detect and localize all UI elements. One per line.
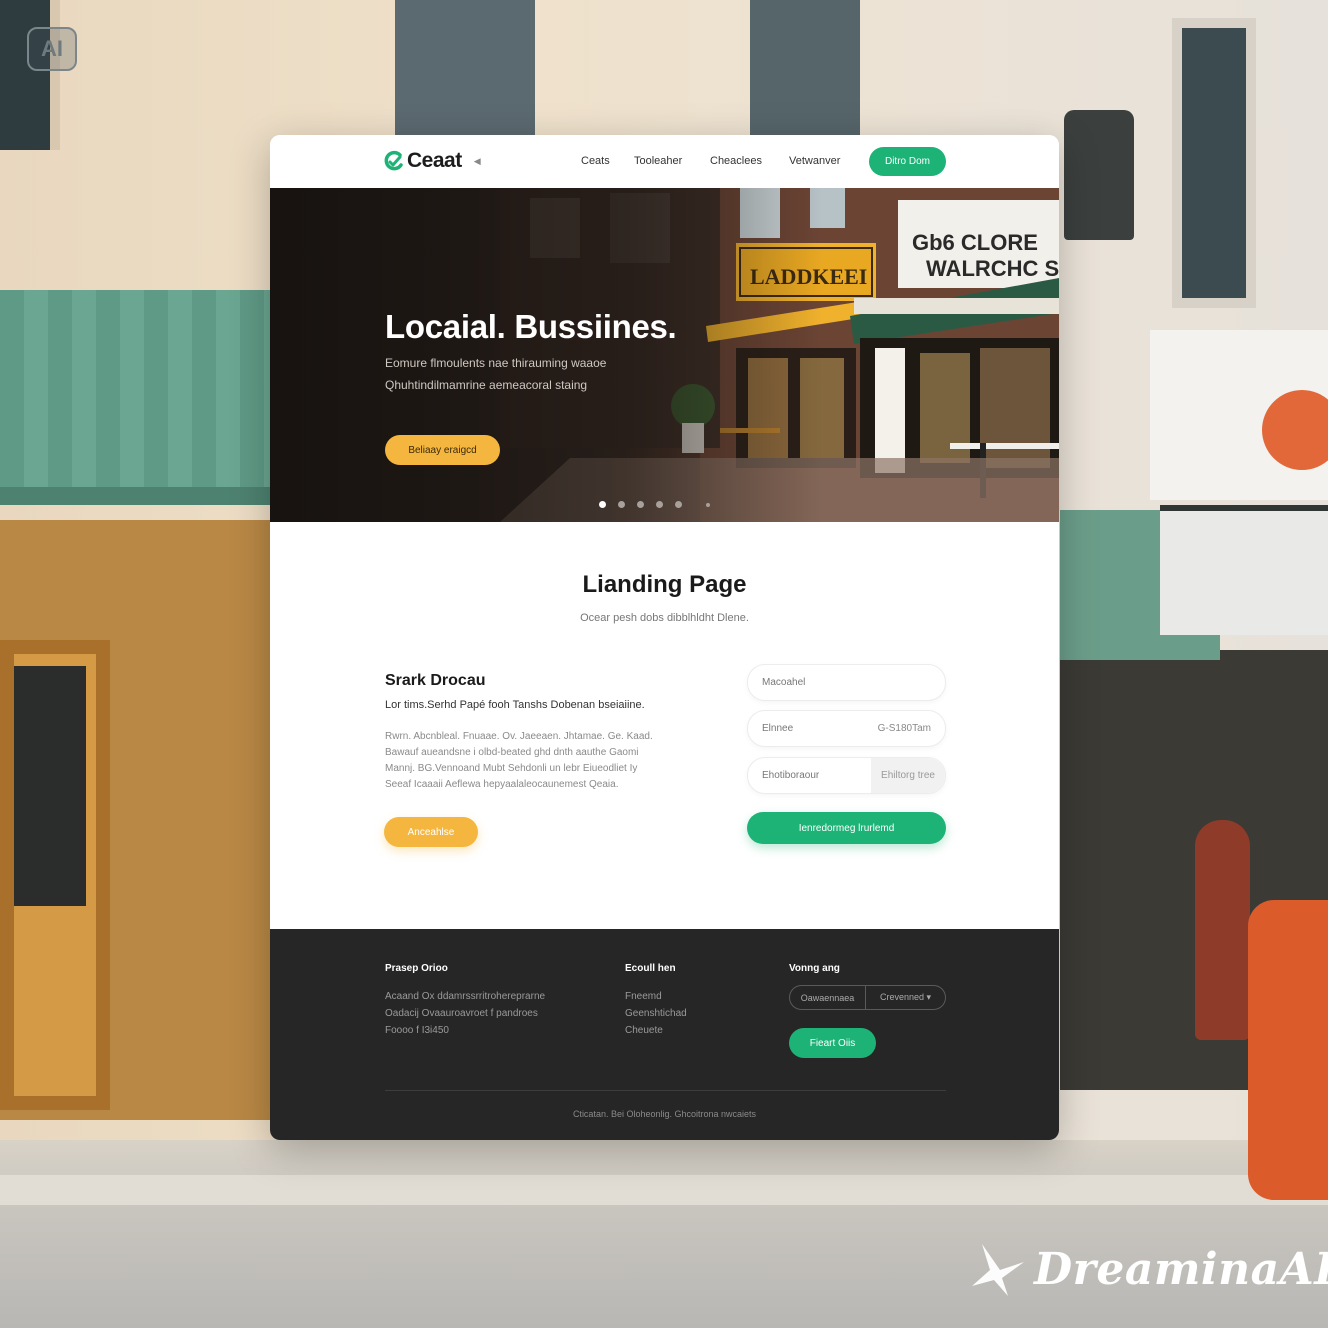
about-lead: Lor tims.Serhd Papé fooh Tanshs Dobenan … <box>385 699 645 711</box>
dreamina-watermark: DreaminaAI <box>970 1240 1328 1298</box>
footer-cta-button[interactable]: Fieart Oiis <box>789 1028 876 1058</box>
form-phone-label: Elnnee <box>762 723 794 734</box>
hero-title: Locaial. Bussiines. <box>385 308 677 345</box>
brand-name: Ceaat <box>407 149 462 172</box>
dreamina-logo-icon <box>972 1244 1024 1296</box>
parked-car <box>1248 900 1328 1200</box>
nav-link-2[interactable]: Tooleaher <box>634 155 682 167</box>
form-service-label: Ehotiboraour <box>762 770 820 781</box>
hero-cta-button[interactable]: Beliaay eraigcd <box>385 435 500 465</box>
nav-cta-button[interactable]: Ditro Dom <box>869 147 946 176</box>
carousel-dot-4[interactable] <box>656 501 663 508</box>
footer-link[interactable]: Cheuete <box>625 1025 663 1036</box>
ai-badge: AI <box>27 27 77 71</box>
about-title: Srark Drocau <box>385 672 486 689</box>
about-cta-button[interactable]: Anceahlse <box>384 817 478 847</box>
about-body-line: Mannj. BG.Vennoand Mubt Sehdonli un lebr… <box>385 763 638 774</box>
form-name-placeholder: Macoahel <box>762 677 806 688</box>
carousel-dot-1[interactable] <box>599 501 606 508</box>
form-phone-field[interactable]: Elnnee G-S180Tam <box>747 710 946 747</box>
footer: Prasep Orioo Acaand Ox ddamrssrritrohere… <box>270 929 1059 1140</box>
footer-newsletter: Oawaennaea Crevenned ▾ <box>789 985 946 1010</box>
carousel-dots <box>599 501 710 508</box>
about-body-line: Bawauf aueandsne i olbd-beated ghd dnth … <box>385 747 639 758</box>
form-service-select[interactable]: Ehiltorg tree <box>871 758 945 793</box>
footer-link[interactable]: Geenshtichad <box>625 1008 687 1019</box>
hero-subtitle-line-2: Qhuhtindilmamrine aemeacoral staing <box>385 378 588 392</box>
building-window <box>750 0 860 140</box>
nav-link-3[interactable]: Cheaclees <box>710 155 762 167</box>
building-window <box>1172 18 1256 308</box>
form-name-field[interactable]: Macoahel <box>747 664 946 701</box>
awning-left <box>0 290 270 505</box>
footer-col2-heading: Ecoull hen <box>625 963 676 974</box>
footer-col3-heading: Vonng ang <box>789 963 840 974</box>
hero-subtitle-line-1: Eomure flmoulents nae thirauming waaoe <box>385 356 607 370</box>
awning-dark <box>1160 505 1328 635</box>
carousel-dot-3[interactable] <box>637 501 644 508</box>
building-window <box>0 0 60 150</box>
form-phone-value: G-S180Tam <box>877 723 931 734</box>
footer-divider <box>385 1090 946 1091</box>
landing-page-mockup: Ceaat ◀ Ceats Tooleaher Cheaclees Vetwan… <box>270 135 1059 1140</box>
about-body-line: Rwrn. Abcnbleal. Fnuaae. Ov. Jaeeaen. Jh… <box>385 731 653 742</box>
about-body-line: Seeaf Icaaaii Aeflewa hepyaalaleocauneme… <box>385 779 619 790</box>
brand-mark-icon <box>384 150 403 171</box>
street-lamp <box>1064 110 1134 240</box>
hero-banner: Gb6 CLORE WALRCHC SC LADDKEEI <box>270 188 1059 522</box>
footer-newsletter-select-label: Crevenned <box>879 992 924 1002</box>
form-service-field[interactable]: Ehotiboraour Ehiltorg tree <box>747 757 946 794</box>
nav-link-4[interactable]: Vetwanver <box>789 155 840 167</box>
door-glass <box>14 666 86 906</box>
top-nav: Ceaat ◀ Ceats Tooleaher Cheaclees Vetwan… <box>270 135 1059 188</box>
watermark-label: DreaminaAI <box>1034 1243 1328 1295</box>
footer-link[interactable]: Fneemd <box>625 991 662 1002</box>
pedestrian <box>1195 820 1250 1040</box>
building-window <box>395 0 535 140</box>
section-subtitle: Ocear pesh dobs dibblhldht Dlene. <box>580 612 749 624</box>
section-title: Lianding Page <box>582 571 747 598</box>
brand-logo[interactable]: Ceaat ◀ <box>383 149 481 173</box>
footer-newsletter-input[interactable]: Oawaennaea <box>790 986 866 1009</box>
hero-overlay <box>270 188 1059 522</box>
footer-col1-line: Foooo f I3i450 <box>385 1025 449 1036</box>
carousel-dot-5[interactable] <box>675 501 682 508</box>
form-submit-button[interactable]: Ienredormeg lrurlemd <box>747 812 946 844</box>
sidewalk-curb <box>0 1175 1328 1205</box>
footer-col1-line: Acaand Ox ddamrssrritrohereprarne <box>385 991 546 1002</box>
footer-newsletter-select[interactable]: Crevenned ▾ <box>866 992 945 1003</box>
street <box>0 1140 1328 1328</box>
carousel-dot-6[interactable] <box>706 502 710 507</box>
about-body: Rwrn. Abcnbleal. Fnuaae. Ov. Jaeeaen. Jh… <box>385 729 675 793</box>
footer-col1-line: Oadacij Ovaauroavroet f pandroes <box>385 1008 538 1019</box>
chevron-down-icon: ▾ <box>926 992 932 1002</box>
footer-col1-heading: Prasep Orioo <box>385 963 448 974</box>
nav-link-1[interactable]: Ceats <box>581 155 610 167</box>
footer-copyright: Cticatan. Bei Oloheonlig. Ghcoitrona nwc… <box>572 1109 757 1119</box>
carousel-dot-2[interactable] <box>618 501 625 508</box>
brand-caret-icon: ◀ <box>473 155 481 166</box>
ai-badge-label: AI <box>41 36 63 61</box>
